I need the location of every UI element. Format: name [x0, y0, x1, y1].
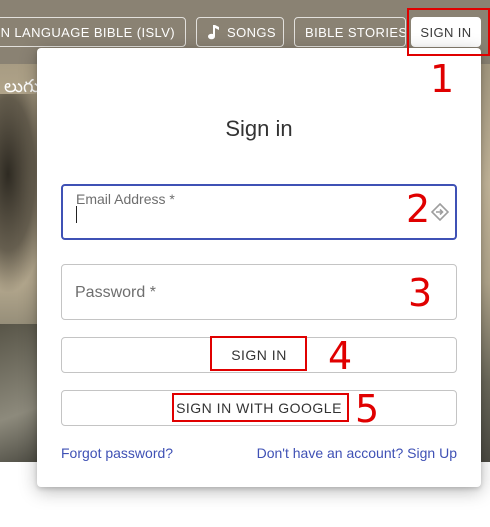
sign-up-link[interactable]: Don't have an account? Sign Up [257, 445, 457, 461]
forgot-password-link[interactable]: Forgot password? [61, 445, 173, 461]
annotation-box-5 [172, 393, 349, 422]
password-field[interactable]: Password * [61, 264, 457, 320]
music-note-icon [207, 24, 219, 40]
annotation-number-5: 5 [355, 387, 380, 431]
dialog-title: Sign in [225, 116, 293, 141]
islv-nav-label: SIGN LANGUAGE BIBLE (ISLV) [0, 24, 175, 40]
annotation-number-3: 3 [408, 271, 433, 315]
islv-nav-button[interactable]: SIGN LANGUAGE BIBLE (ISLV) [0, 17, 186, 47]
email-input[interactable] [75, 208, 405, 230]
annotation-number-2: 2 [406, 187, 431, 231]
annotation-box-4 [210, 336, 307, 371]
email-field-label: Email Address * [76, 191, 175, 207]
annotation-box-1 [407, 8, 490, 56]
annotation-number-1: 1 [430, 57, 455, 101]
bible-stories-nav-label: BIBLE STORIES [305, 24, 406, 40]
bible-stories-nav-button[interactable]: BIBLE STORIES [294, 17, 406, 47]
annotation-number-4: 4 [328, 334, 353, 378]
text-caret [76, 206, 77, 223]
songs-nav-label: SONGS [227, 24, 276, 40]
hero-language-text: లుగు [4, 76, 40, 97]
email-field[interactable]: Email Address * [61, 184, 457, 240]
autofill-icon[interactable] [430, 202, 450, 226]
songs-nav-button[interactable]: SONGS [196, 17, 284, 47]
password-field-label: Password * [75, 284, 156, 301]
